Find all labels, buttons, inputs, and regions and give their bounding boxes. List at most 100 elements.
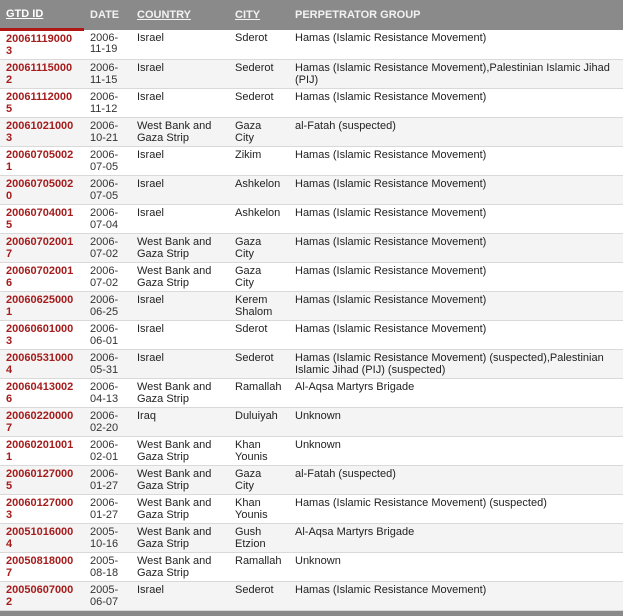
cell-country: Israel (131, 175, 229, 205)
gtd-id-link[interactable]: 200508180007 (6, 555, 73, 579)
cell-city: Gaza City (229, 465, 289, 495)
table-row: 200611150002 2006-11-15 Israel Sederot Hamas… (0, 59, 623, 89)
cell-country: West Bank and Gaza Strip (131, 494, 229, 524)
cell-gtd-id: 200610210003 (0, 117, 84, 147)
incidents-table: GTD ID DATE COUNTRY CITY PERPETRATOR GRO… (0, 0, 623, 611)
cell-date: 2006-07-02 (84, 262, 131, 292)
table-body: 200611190003 2006-11-19 Israel Sderot Hamas … (0, 29, 623, 611)
cell-perpetrator: al-Fatah (suspected) (289, 465, 623, 495)
cell-city: Ashkelon (229, 204, 289, 234)
gtd-id-link[interactable]: 200602010011 (6, 439, 73, 463)
cell-gtd-id: 200510160004 (0, 523, 84, 553)
cell-date: 2006-11-19 (84, 29, 131, 60)
cell-gtd-id: 200611150002 (0, 59, 84, 89)
cell-country: West Bank and Gaza Strip (131, 436, 229, 466)
table-row: 200606010003 2006-06-01 Israel Sderot Hamas … (0, 320, 623, 350)
gtd-id-link[interactable]: 200602200007 (6, 410, 73, 434)
cell-date: 2006-07-04 (84, 204, 131, 234)
gtd-id-link[interactable]: 200610210003 (6, 120, 73, 144)
gtd-id-link[interactable]: 200510160004 (6, 526, 73, 550)
gtd-id-link[interactable]: 200607020017 (6, 236, 73, 260)
cell-gtd-id: 200506070002 (0, 581, 84, 611)
table-row: 200610210003 2006-10-21 West Bank and Gaza… (0, 117, 623, 147)
column-header-gtd-id[interactable]: GTD ID (0, 0, 84, 31)
cell-gtd-id: 200601270005 (0, 465, 84, 495)
gtd-id-link[interactable]: 200606010003 (6, 323, 73, 347)
cell-city: Ashkelon (229, 175, 289, 205)
cell-city: Khan Younis (229, 436, 289, 466)
cell-gtd-id: 200601270003 (0, 494, 84, 524)
gtd-id-link[interactable]: 200607020016 (6, 265, 73, 289)
column-header-label: GTD ID (6, 8, 44, 20)
cell-gtd-id: 200607050020 (0, 175, 84, 205)
cell-date: 2006-02-20 (84, 407, 131, 437)
gtd-id-link[interactable]: 200607050020 (6, 178, 73, 202)
cell-country: West Bank and Gaza Strip (131, 552, 229, 582)
cell-country: West Bank and Gaza Strip (131, 465, 229, 495)
gtd-id-link[interactable]: 200601270005 (6, 468, 73, 492)
gtd-id-link[interactable]: 200604130026 (6, 381, 73, 405)
gtd-id-link[interactable]: 200611120005 (6, 91, 72, 115)
cell-perpetrator: Hamas (Islamic Resistance Movement) (289, 146, 623, 176)
table-row: 200510160004 2005-10-16 West Bank and Gaza… (0, 523, 623, 553)
cell-date: 2006-07-05 (84, 146, 131, 176)
cell-date: 2006-10-21 (84, 117, 131, 147)
cell-perpetrator: Hamas (Islamic Resistance Movement) (289, 262, 623, 292)
cell-date: 2006-11-15 (84, 59, 131, 89)
gtd-id-link[interactable]: 200611150002 (6, 62, 72, 86)
cell-date: 2005-08-18 (84, 552, 131, 582)
column-header-city[interactable]: CITY (229, 0, 289, 30)
cell-gtd-id: 200611120005 (0, 88, 84, 118)
column-header-perpetrator: PERPETRATOR GROUP (289, 0, 623, 30)
cell-gtd-id: 200611190003 (0, 29, 84, 60)
cell-gtd-id: 200602010011 (0, 436, 84, 466)
gtd-id-link[interactable]: 200506070002 (6, 584, 73, 608)
cell-date: 2006-06-01 (84, 320, 131, 350)
cell-date: 2006-06-25 (84, 291, 131, 321)
column-header-label: DATE (90, 8, 120, 21)
column-header-date: DATE (84, 0, 131, 30)
cell-gtd-id: 200602200007 (0, 407, 84, 437)
table-row: 200601270005 2006-01-27 West Bank and Gaza… (0, 465, 623, 495)
table-row: 200508180007 2005-08-18 West Bank and Gaza… (0, 552, 623, 582)
column-header-country[interactable]: COUNTRY (131, 0, 229, 30)
cell-perpetrator: Unknown (289, 407, 623, 437)
cell-city: Sederot (229, 349, 289, 379)
cell-country: West Bank and Gaza Strip (131, 233, 229, 263)
cell-city: Sederot (229, 88, 289, 118)
cell-date: 2006-07-02 (84, 233, 131, 263)
table-row: 200607050021 2006-07-05 Israel Zikim Hamas (… (0, 146, 623, 176)
table-header-row: GTD ID DATE COUNTRY CITY PERPETRATOR GRO… (0, 0, 623, 31)
cell-country: Iraq (131, 407, 229, 437)
gtd-id-link[interactable]: 200606250001 (6, 294, 73, 318)
cell-city: Gaza City (229, 117, 289, 147)
cell-country: West Bank and Gaza Strip (131, 523, 229, 553)
cell-perpetrator: Hamas (Islamic Resistance Movement) (289, 581, 623, 611)
cell-country: West Bank and Gaza Strip (131, 378, 229, 408)
cell-date: 2006-04-13 (84, 378, 131, 408)
cell-perpetrator: Hamas (Islamic Resistance Movement) (sus… (289, 349, 623, 379)
gtd-id-link[interactable]: 200611190003 (6, 33, 72, 57)
table-row: 200611190003 2006-11-19 Israel Sderot Hamas … (0, 29, 623, 60)
table-row: 200602010011 2006-02-01 West Bank and Gaza… (0, 436, 623, 466)
table-row: 200607020016 2006-07-02 West Bank and Gaza… (0, 262, 623, 292)
cell-perpetrator: Al-Aqsa Martyrs Brigade (289, 523, 623, 553)
cell-date: 2005-10-16 (84, 523, 131, 553)
table-row: 200607040015 2006-07-04 Israel Ashkelon Hama… (0, 204, 623, 234)
gtd-id-link[interactable]: 200605310004 (6, 352, 73, 376)
table-footer-bar (0, 611, 623, 616)
cell-city: Sederot (229, 581, 289, 611)
cell-perpetrator: Hamas (Islamic Resistance Movement) (289, 29, 623, 60)
cell-date: 2006-07-05 (84, 175, 131, 205)
cell-perpetrator: Hamas (Islamic Resistance Movement) (289, 204, 623, 234)
cell-gtd-id: 200604130026 (0, 378, 84, 408)
cell-country: Israel (131, 349, 229, 379)
table-row: 200606250001 2006-06-25 Israel Kerem Shalom… (0, 291, 623, 321)
table-row: 200611120005 2006-11-12 Israel Sederot Hamas… (0, 88, 623, 118)
cell-date: 2005-06-07 (84, 581, 131, 611)
gtd-id-link[interactable]: 200607050021 (6, 149, 73, 173)
cell-perpetrator: Hamas (Islamic Resistance Movement),Pale… (289, 59, 623, 89)
gtd-id-link[interactable]: 200601270003 (6, 497, 73, 521)
cell-city: Duluiyah (229, 407, 289, 437)
gtd-id-link[interactable]: 200607040015 (6, 207, 73, 231)
